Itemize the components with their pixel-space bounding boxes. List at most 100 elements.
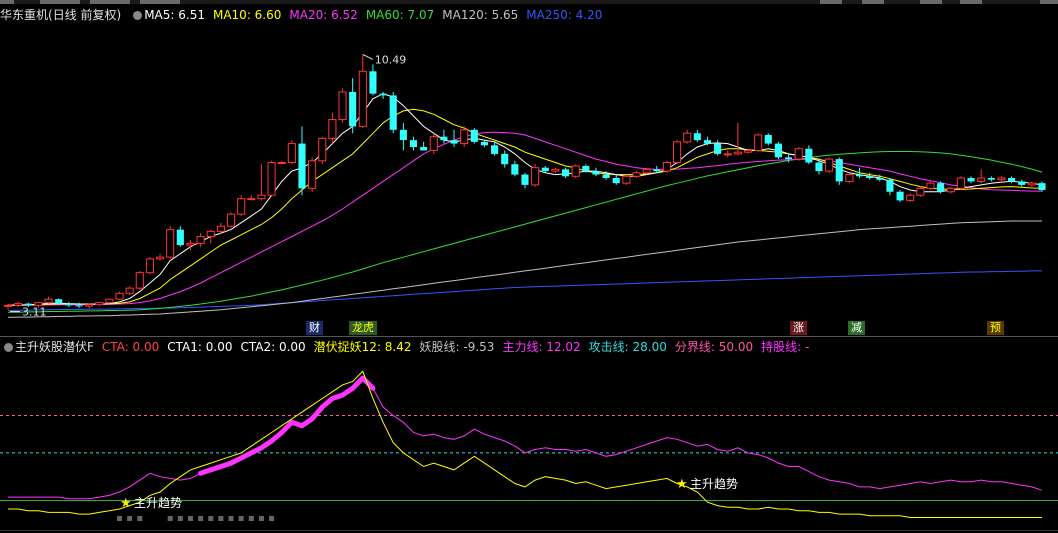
trend-annotation: ★ 主升趋势 [676, 477, 738, 492]
candle-body [956, 177, 965, 189]
ma-label-ma20: MA20: 6.52 [289, 8, 358, 22]
candle [491, 141, 499, 156]
indicator-field: 分界线: 50.00 [674, 340, 754, 354]
ma-line-ma5 [7, 93, 1043, 306]
indicator-chart[interactable]: ★ 主升趋势★ 主升趋势 [0, 356, 1058, 530]
candle [501, 150, 509, 168]
candle-body [622, 175, 631, 184]
candle-body [216, 225, 225, 232]
candle [926, 181, 935, 191]
candle-body [85, 304, 94, 307]
candle-body [409, 140, 418, 148]
candle-body [997, 177, 1006, 181]
candle [764, 133, 772, 146]
tab-stub[interactable] [90, 0, 130, 4]
price-chart[interactable]: 10.49 3.11 [0, 24, 1058, 336]
candle [916, 186, 925, 197]
candle-body [176, 229, 184, 246]
tab-stub[interactable] [40, 0, 80, 4]
candle [125, 286, 134, 296]
candle-body [673, 141, 682, 164]
candle-body [937, 183, 945, 192]
top-tab-strip [0, 0, 1058, 4]
candle [318, 136, 327, 165]
ma-line-ma10 [8, 108, 1043, 306]
candle [886, 178, 894, 196]
candle [369, 64, 377, 96]
ma-label-ma10: MA10: 6.60 [212, 8, 282, 22]
candle-body [653, 169, 661, 172]
event-marker[interactable]: 龙虎 [349, 321, 377, 335]
tab-stub[interactable] [960, 0, 982, 4]
candle [683, 129, 692, 144]
candle-body [389, 95, 397, 130]
candle [571, 164, 580, 178]
tab-stub[interactable] [820, 0, 842, 4]
indicator-settings-icon[interactable] [4, 343, 13, 352]
price-chart-header: 华东重机(日线 前复权) MA5: 6.51 MA10: 6.60 MA20: 6.5… [0, 5, 1058, 25]
candle-body [491, 145, 499, 154]
candle [440, 129, 448, 144]
signal-square [127, 516, 133, 521]
candle [206, 229, 215, 244]
candle-body [967, 178, 975, 182]
candle [216, 222, 225, 235]
candle-body [896, 191, 904, 201]
ma-label-ma250: MA250: 4.20 [526, 8, 603, 22]
candle-body [825, 158, 834, 172]
candle [562, 167, 570, 178]
candle [673, 140, 682, 165]
candle-body [906, 194, 915, 201]
candle [723, 150, 732, 158]
candle [399, 122, 407, 151]
candle [805, 145, 813, 165]
candle [176, 226, 184, 247]
candle-body [886, 179, 894, 192]
candle [338, 88, 347, 123]
indicator-header: 主升妖股潜伏F CTA: 0.00 CTA1: 0.00 CTA2: 0.00 潜伏捉妖… [0, 337, 1058, 357]
candle [592, 167, 600, 177]
candle [277, 160, 286, 165]
tab-stub[interactable] [862, 0, 884, 4]
signal-square [177, 516, 183, 521]
candle [835, 157, 843, 185]
candle [551, 167, 560, 173]
period-label[interactable]: (日线 前复权) [48, 8, 121, 22]
stock-name[interactable]: 华东重机 [0, 8, 48, 22]
candle [257, 164, 266, 201]
settings-circle-icon[interactable] [133, 11, 143, 20]
tab-stub[interactable] [0, 0, 14, 4]
candle-body [855, 174, 864, 177]
min-price-text: 3.11 [22, 305, 47, 318]
candle-body [987, 178, 995, 180]
indicator-field: CTA: 0.00 [101, 340, 160, 354]
tab-stub[interactable] [140, 0, 180, 4]
indicator-field: 主力线: 12.02 [502, 340, 581, 354]
candle-body [105, 298, 114, 304]
candle-body [156, 256, 165, 260]
ma-label-ma60: MA60: 7.07 [365, 8, 435, 22]
candle-body [703, 140, 712, 144]
candle [166, 226, 175, 259]
tab-stub[interactable] [920, 0, 942, 4]
candle-body [145, 258, 154, 274]
candle-body [977, 177, 986, 182]
candle [156, 253, 165, 261]
event-marker[interactable]: 减 [848, 321, 865, 335]
event-marker[interactable]: 涨 [790, 321, 807, 335]
candle-body [420, 147, 428, 151]
tab-stub[interactable] [1040, 0, 1058, 4]
candle [237, 195, 246, 216]
candle-body [946, 187, 955, 193]
candle [967, 176, 975, 184]
candle-body [693, 133, 701, 141]
candle-body [358, 70, 367, 127]
indicator-field: CTA2: 0.00 [240, 340, 306, 354]
event-marker[interactable]: 财 [306, 321, 323, 335]
event-marker[interactable]: 预 [987, 321, 1004, 335]
indicator-name[interactable]: 主升妖股潜伏F [15, 340, 94, 354]
candle-body [480, 141, 488, 146]
candle [662, 160, 671, 173]
candle [956, 176, 965, 191]
signal-square [218, 516, 224, 521]
